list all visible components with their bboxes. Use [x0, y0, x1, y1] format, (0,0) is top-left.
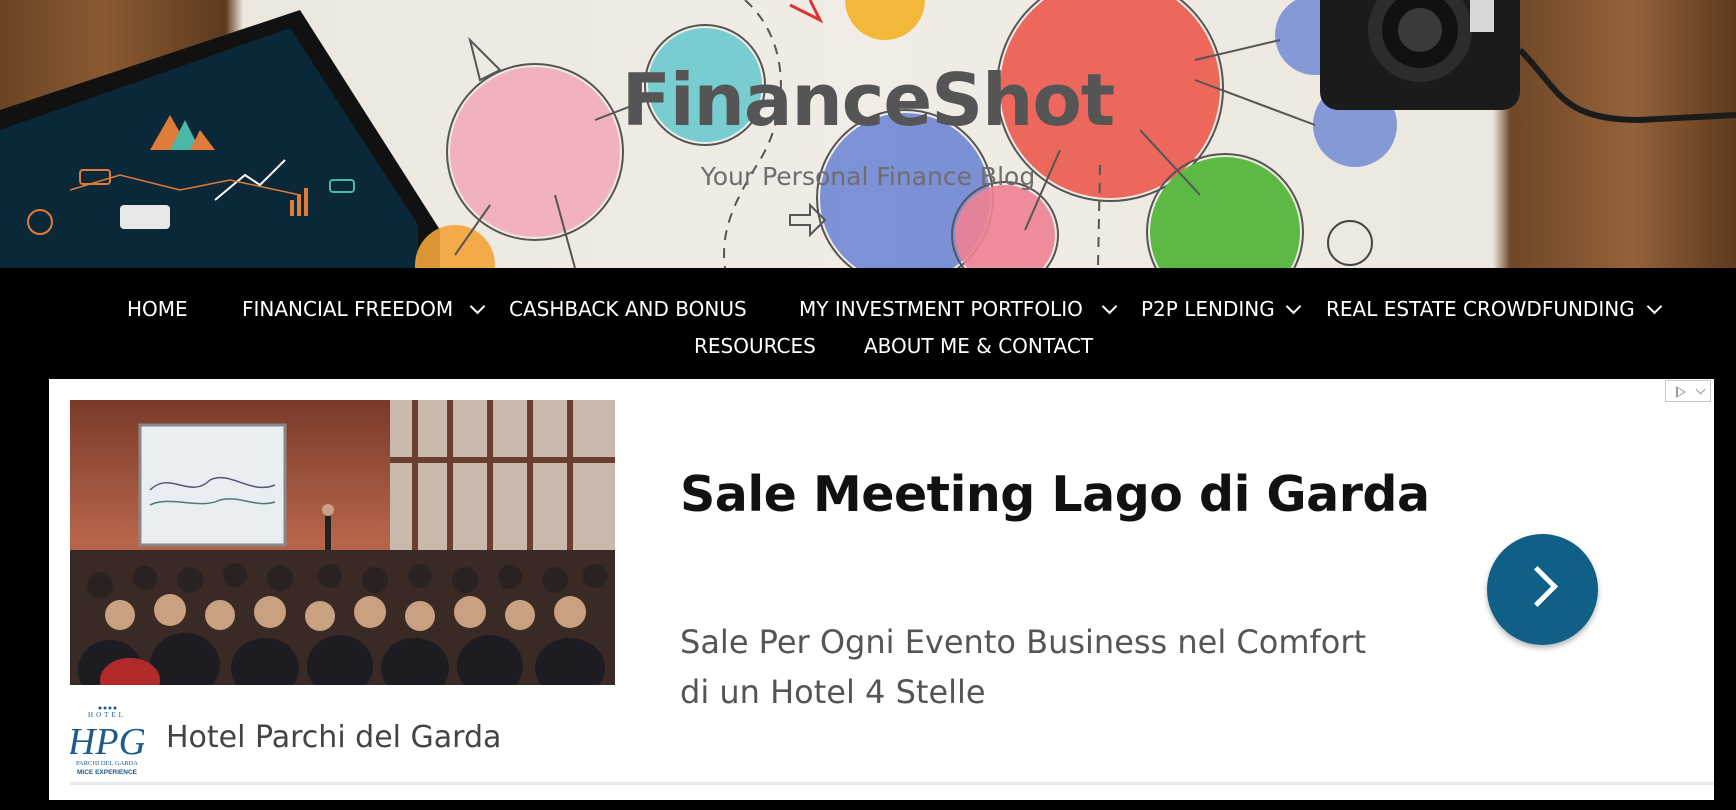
adchoices-icon[interactable]: [1665, 380, 1711, 402]
site-header: FinanceShot Your Personal Finance Blog: [0, 0, 1736, 268]
ad-divider: [70, 782, 1714, 785]
svg-text:HPG: HPG: [70, 721, 144, 763]
chevron-down-icon[interactable]: [1285, 298, 1302, 315]
page-frame-bottom: [0, 800, 1736, 810]
nav-item-financial-freedom[interactable]: FINANCIAL FREEDOM: [242, 297, 453, 321]
play-icon: [1676, 386, 1686, 398]
nav-item-my-investment-portfolio[interactable]: MY INVESTMENT PORTFOLIO: [799, 297, 1083, 321]
chevron-down-icon[interactable]: [469, 298, 486, 315]
nav-item-home[interactable]: HOME: [127, 297, 188, 321]
ad-cta-button[interactable]: [1487, 534, 1598, 645]
advertiser-logo[interactable]: HOTEL HPG PARCHI DEL GARDA MICE EXPERIEN…: [70, 704, 144, 776]
svg-text:PARCHI DEL GARDA: PARCHI DEL GARDA: [76, 760, 138, 767]
ad-description[interactable]: Sale Per Ogni Evento Business nel Comfor…: [680, 617, 1380, 717]
conference-photo[interactable]: [70, 400, 615, 685]
chevron-down-icon[interactable]: [1646, 298, 1663, 315]
ad-headline[interactable]: Sale Meeting Lago di Garda: [680, 466, 1430, 523]
nav-item-real-estate-crowdfunding[interactable]: REAL ESTATE CROWDFUNDING: [1326, 297, 1635, 321]
site-title[interactable]: FinanceShot: [0, 58, 1736, 142]
page-frame-left: [0, 379, 49, 810]
page-frame-right: [1714, 379, 1736, 810]
ad-advertiser-name[interactable]: Hotel Parchi del Garda: [166, 720, 501, 755]
chevron-right-icon: [1516, 565, 1559, 608]
chevron-down-icon[interactable]: [1101, 298, 1118, 315]
nav-item-p2p-lending[interactable]: P2P LENDING: [1141, 297, 1275, 321]
svg-text:MICE EXPERIENCE: MICE EXPERIENCE: [77, 769, 138, 776]
nav-item-cashback-and-bonus[interactable]: CASHBACK AND BONUS: [509, 297, 747, 321]
svg-text:HOTEL: HOTEL: [88, 711, 126, 719]
main-navigation: HOME FINANCIAL FREEDOM CASHBACK AND BONU…: [0, 268, 1736, 379]
nav-item-about-me-contact[interactable]: ABOUT ME & CONTACT: [864, 334, 1093, 358]
nav-item-resources[interactable]: RESOURCES: [694, 334, 816, 358]
chevron-down-icon: [1695, 384, 1706, 395]
site-tagline: Your Personal Finance Blog: [700, 162, 1036, 191]
